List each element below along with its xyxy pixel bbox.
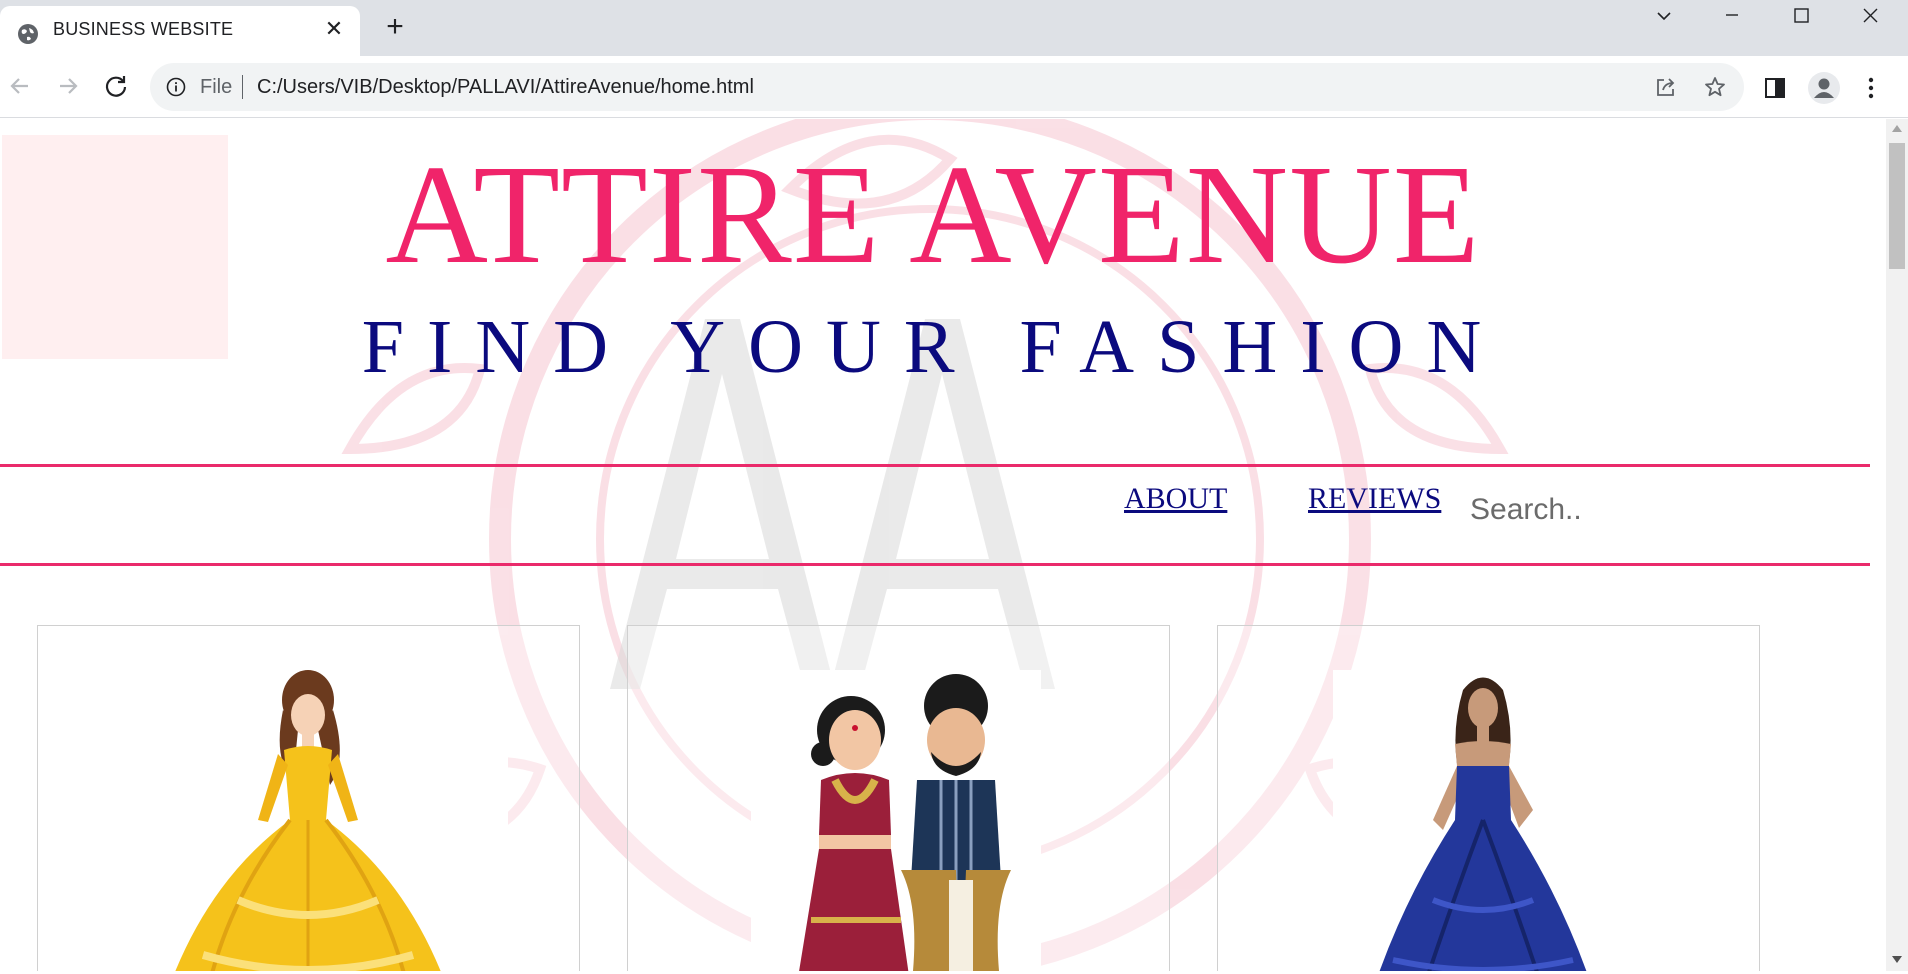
file-scheme-label: File xyxy=(200,76,233,98)
url-text[interactable]: C:/Users/VIB/Desktop/PALLAVI/AttireAvenu… xyxy=(257,76,754,99)
share-icon[interactable] xyxy=(1654,75,1678,99)
product-card[interactable] xyxy=(627,625,1170,971)
nav-link-about[interactable]: ABOUT xyxy=(1124,482,1227,516)
blue-strapless-gown-illustration[interactable] xyxy=(1333,670,1633,971)
minimize-icon[interactable] xyxy=(1702,0,1762,30)
browser-toolbar: File C:/Users/VIB/Desktop/PALLAVI/Attire… xyxy=(0,56,1908,118)
address-bar[interactable]: File C:/Users/VIB/Desktop/PALLAVI/Attire… xyxy=(150,63,1744,111)
reload-icon[interactable] xyxy=(100,70,132,102)
scrollbar-thumb[interactable] xyxy=(1889,143,1905,269)
browser-tabstrip: BUSINESS WEBSITE ✕ + xyxy=(0,0,1908,56)
info-icon[interactable] xyxy=(166,77,186,97)
scroll-up-arrow-icon[interactable] xyxy=(1892,125,1902,132)
side-panel-icon[interactable] xyxy=(1762,75,1788,101)
address-separator xyxy=(242,75,243,99)
tab-title: BUSINESS WEBSITE xyxy=(53,19,234,39)
product-card[interactable] xyxy=(1217,625,1760,971)
maximize-icon[interactable] xyxy=(1771,0,1831,30)
new-tab-button[interactable]: + xyxy=(380,12,410,43)
profile-avatar-icon[interactable] xyxy=(1808,72,1840,104)
back-arrow-icon[interactable] xyxy=(4,70,36,102)
nav-link-reviews[interactable]: REVIEWS xyxy=(1308,482,1441,516)
site-tagline: FIND YOUR FASHION xyxy=(361,305,1505,389)
close-tab-icon[interactable]: ✕ xyxy=(322,17,346,41)
site-title: ATTIRE AVENUE xyxy=(385,135,1481,293)
close-window-icon[interactable] xyxy=(1840,0,1900,30)
search-input[interactable] xyxy=(1462,486,1594,534)
scroll-down-arrow-icon[interactable] xyxy=(1892,956,1902,963)
tab-search-icon[interactable] xyxy=(1634,0,1694,30)
more-menu-icon[interactable] xyxy=(1858,75,1884,101)
indian-wedding-couple-illustration[interactable] xyxy=(751,670,1041,971)
nav-top-divider xyxy=(0,464,1870,467)
yellow-ball-gown-princess-illustration[interactable] xyxy=(108,670,508,971)
page-viewport: ATTIRE AVENUE FIND YOUR FASHION ABOUT RE… xyxy=(0,119,1886,971)
browser-tab[interactable]: BUSINESS WEBSITE ✕ xyxy=(0,6,360,56)
bookmark-star-icon[interactable] xyxy=(1703,75,1727,99)
product-card[interactable] xyxy=(37,625,580,971)
vertical-scrollbar[interactable] xyxy=(1886,119,1908,971)
nav-bottom-divider xyxy=(0,563,1870,566)
forward-arrow-icon[interactable] xyxy=(52,70,84,102)
globe-icon xyxy=(18,24,38,44)
